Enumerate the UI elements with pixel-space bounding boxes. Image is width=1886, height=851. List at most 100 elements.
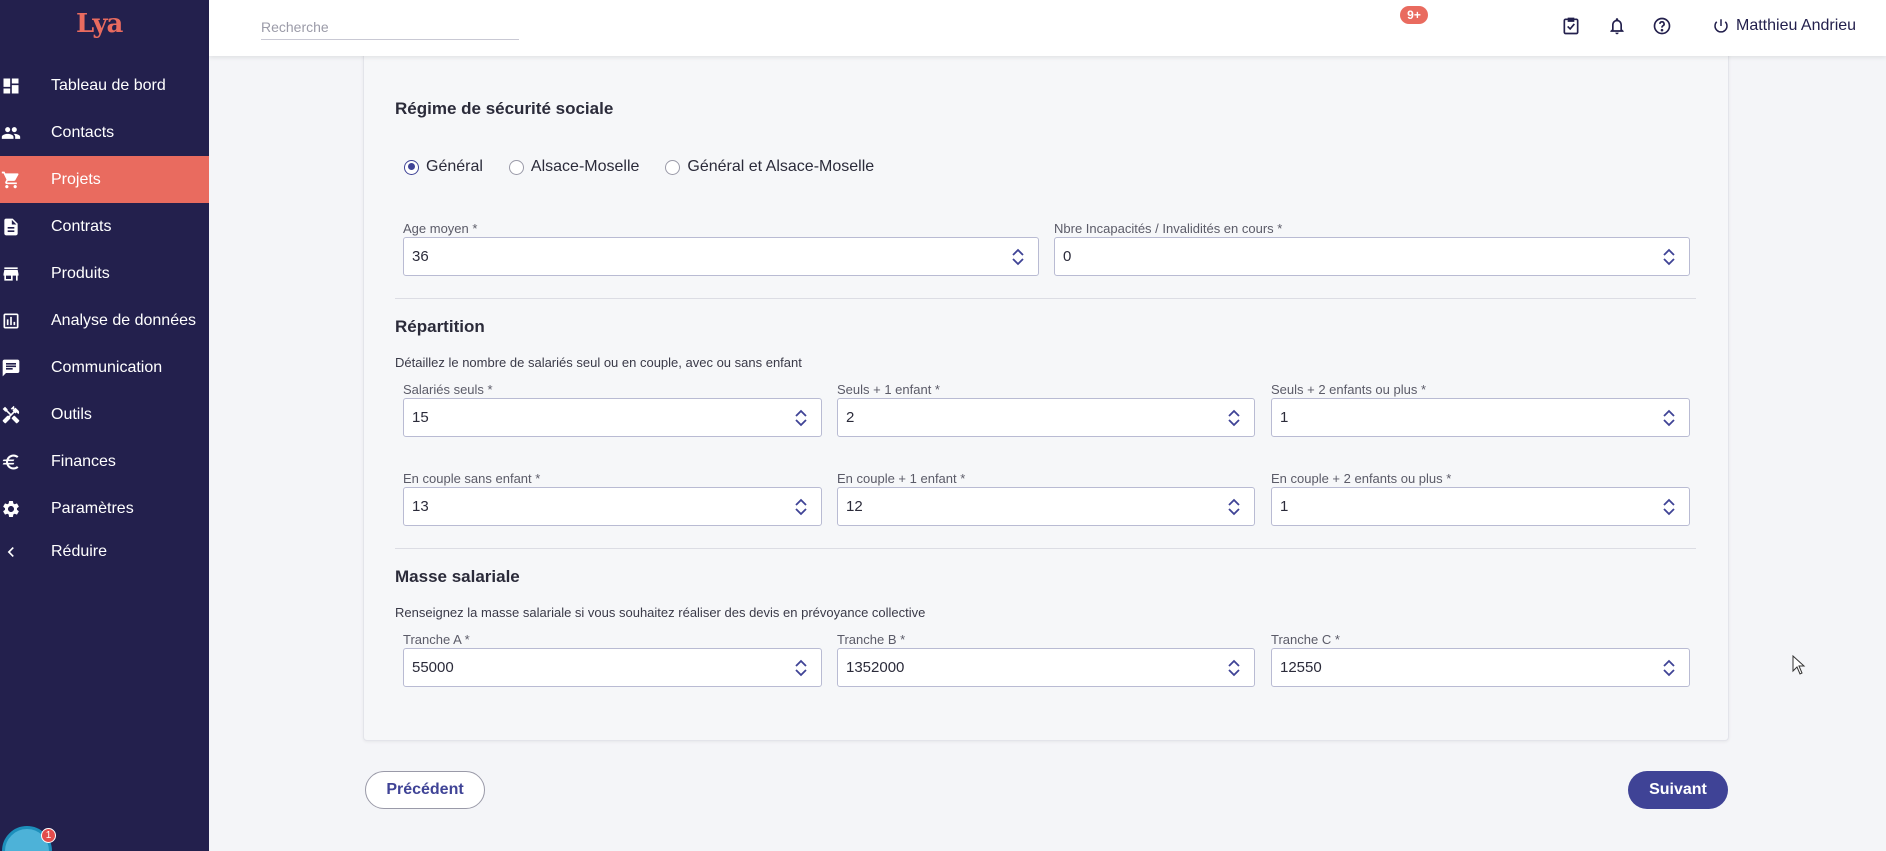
couple-1-enfant-input[interactable]: 12 bbox=[837, 487, 1255, 526]
user-menu[interactable]: Matthieu Andrieu bbox=[1712, 14, 1856, 38]
chevron-up-icon[interactable] bbox=[794, 497, 808, 507]
section-desc-repartition: Détaillez le nombre de salariés seul ou … bbox=[395, 355, 802, 370]
number-stepper[interactable] bbox=[1222, 487, 1246, 526]
euro-icon bbox=[0, 451, 22, 473]
cart-icon bbox=[0, 169, 22, 191]
field-value: 2 bbox=[846, 409, 855, 426]
couple-sans-enfant-input[interactable]: 13 bbox=[403, 487, 822, 526]
number-stepper[interactable] bbox=[1657, 398, 1681, 437]
field-value: 1352000 bbox=[846, 659, 905, 676]
number-stepper[interactable] bbox=[789, 487, 813, 526]
number-stepper[interactable] bbox=[1657, 648, 1681, 687]
radio-general-et-alsace-moselle[interactable]: Général et Alsace-Moselle bbox=[665, 158, 874, 176]
sidebar-item-label: Contacts bbox=[51, 123, 115, 141]
radio-dot bbox=[508, 159, 524, 175]
number-stepper[interactable] bbox=[1006, 237, 1030, 276]
help-icon[interactable] bbox=[1650, 14, 1674, 38]
radio-dot bbox=[665, 159, 681, 175]
chevron-up-icon[interactable] bbox=[1011, 247, 1025, 257]
chevron-up-icon[interactable] bbox=[1662, 658, 1676, 668]
field-label: En couple + 2 enfants ou plus * bbox=[1271, 471, 1452, 486]
tranche-a-input[interactable]: 55000 bbox=[403, 648, 822, 687]
radio-alsace-moselle[interactable]: Alsace-Moselle bbox=[508, 158, 639, 176]
app-logo[interactable]: Lya bbox=[76, 8, 123, 40]
chevron-up-icon[interactable] bbox=[1227, 658, 1241, 668]
chevron-up-icon[interactable] bbox=[794, 658, 808, 668]
salaries-seuls-input[interactable]: 15 bbox=[403, 398, 822, 437]
chevron-up-icon[interactable] bbox=[1662, 408, 1676, 418]
couple-2-enfants-input[interactable]: 1 bbox=[1271, 487, 1690, 526]
chevron-down-icon[interactable] bbox=[1662, 418, 1676, 428]
sidebar-item-label: Outils bbox=[51, 405, 92, 423]
chevron-down-icon[interactable] bbox=[1011, 257, 1025, 267]
previous-button[interactable]: Précédent bbox=[365, 771, 485, 809]
chevron-down-icon[interactable] bbox=[1227, 668, 1241, 678]
sidebar-item-reduire[interactable]: Réduire bbox=[0, 532, 209, 572]
search-input[interactable] bbox=[261, 14, 519, 40]
number-stepper[interactable] bbox=[1657, 487, 1681, 526]
sidebar-item-label: Communication bbox=[51, 358, 163, 376]
chevron-down-icon[interactable] bbox=[1662, 668, 1676, 678]
number-stepper[interactable] bbox=[1657, 237, 1681, 276]
notification-badge: 9+ bbox=[1400, 6, 1428, 24]
store-icon bbox=[0, 263, 22, 285]
sidebar-item-contacts[interactable]: Contacts bbox=[0, 109, 209, 156]
tranche-c-input[interactable]: 12550 bbox=[1271, 648, 1690, 687]
sidebar-item-label: Contrats bbox=[51, 217, 112, 235]
tasks-icon[interactable] bbox=[1559, 14, 1583, 38]
chevron-down-icon[interactable] bbox=[794, 507, 808, 517]
sidebar-item-tableau-de-bord[interactable]: Tableau de bord bbox=[0, 62, 209, 109]
bell-icon[interactable] bbox=[1605, 14, 1629, 38]
chevron-down-icon[interactable] bbox=[794, 418, 808, 428]
field-value: 55000 bbox=[412, 659, 454, 676]
chevron-up-icon[interactable] bbox=[1662, 497, 1676, 507]
age-moyen-input[interactable]: 36 bbox=[403, 237, 1039, 276]
field-label: Salariés seuls * bbox=[403, 382, 493, 397]
number-stepper[interactable] bbox=[1222, 398, 1246, 437]
field-label: Tranche C * bbox=[1271, 632, 1340, 647]
sidebar-item-analyse[interactable]: Analyse de données bbox=[0, 297, 209, 344]
sidebar-item-parametres[interactable]: Paramètres bbox=[0, 485, 209, 532]
section-title-securite: Régime de sécurité sociale bbox=[395, 99, 614, 118]
radio-general[interactable]: Général bbox=[404, 158, 483, 176]
chat-icon bbox=[0, 357, 22, 379]
field-value: 12 bbox=[846, 498, 863, 515]
sidebar-item-finances[interactable]: Finances bbox=[0, 438, 209, 485]
sidebar-item-outils[interactable]: Outils bbox=[0, 391, 209, 438]
chevron-down-icon[interactable] bbox=[1227, 507, 1241, 517]
sidebar-item-label: Analyse de données bbox=[51, 311, 196, 329]
sidebar-item-label: Tableau de bord bbox=[51, 76, 166, 94]
tranche-b-input[interactable]: 1352000 bbox=[837, 648, 1255, 687]
sidebar-item-label: Finances bbox=[51, 452, 116, 470]
sidebar-item-projets[interactable]: Projets bbox=[0, 156, 209, 203]
chevron-down-icon[interactable] bbox=[1662, 257, 1676, 267]
number-stepper[interactable] bbox=[789, 398, 813, 437]
divider bbox=[395, 298, 1696, 299]
chevron-up-icon[interactable] bbox=[1227, 408, 1241, 418]
number-stepper[interactable] bbox=[789, 648, 813, 687]
next-button[interactable]: Suivant bbox=[1628, 771, 1728, 809]
section-desc-masse: Renseignez la masse salariale si vous so… bbox=[395, 605, 926, 620]
chevron-down-icon[interactable] bbox=[794, 668, 808, 678]
chevron-down-icon[interactable] bbox=[1662, 507, 1676, 517]
chat-badge: 1 bbox=[41, 828, 56, 843]
sidebar-item-communication[interactable]: Communication bbox=[0, 344, 209, 391]
chevron-up-icon[interactable] bbox=[1227, 497, 1241, 507]
seuls-1-enfant-input[interactable]: 2 bbox=[837, 398, 1255, 437]
number-stepper[interactable] bbox=[1222, 648, 1246, 687]
top-header: 9+ Matthieu Andrieu bbox=[209, 0, 1886, 56]
section-title-masse: Masse salariale bbox=[395, 567, 520, 586]
field-value: 1 bbox=[1280, 498, 1289, 515]
chevron-down-icon[interactable] bbox=[1227, 418, 1241, 428]
field-label: Age moyen * bbox=[403, 221, 478, 236]
field-value: 12550 bbox=[1280, 659, 1322, 676]
chevron-up-icon[interactable] bbox=[794, 408, 808, 418]
seuls-2-enfants-input[interactable]: 1 bbox=[1271, 398, 1690, 437]
sidebar-item-produits[interactable]: Produits bbox=[0, 250, 209, 297]
incapacites-input[interactable]: 0 bbox=[1054, 237, 1690, 276]
chevron-left-icon bbox=[0, 541, 22, 563]
sidebar-item-label: Paramètres bbox=[51, 499, 134, 517]
people-icon bbox=[0, 122, 22, 144]
chevron-up-icon[interactable] bbox=[1662, 247, 1676, 257]
sidebar-item-contrats[interactable]: Contrats bbox=[0, 203, 209, 250]
